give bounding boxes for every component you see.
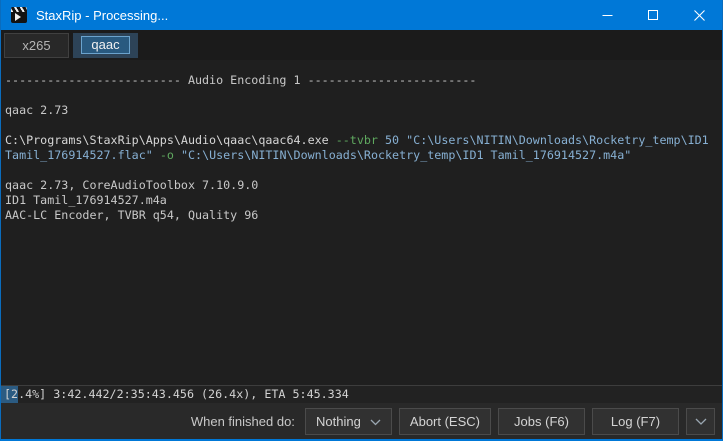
tab-x265[interactable]: x265 — [4, 32, 69, 58]
clapperboard-icon — [11, 7, 27, 23]
abort-button[interactable]: Abort (ESC) — [398, 407, 491, 435]
command-tvbr-value: 50 — [385, 133, 400, 147]
close-button[interactable] — [676, 0, 722, 30]
staxrip-window: StaxRip - Processing... x265 qaac ------… — [0, 0, 723, 441]
window-title: StaxRip - Processing... — [36, 7, 169, 23]
status-text: [2.4%] 3:42.442/2:35:43.456 (26.4x), ETA… — [4, 387, 349, 401]
tab-x265-label: x265 — [22, 37, 51, 53]
console-info-line: ID1 Tamil_176914527.m4a — [5, 193, 167, 207]
console-info-line: qaac 2.73, CoreAudioToolbox 7.10.9.0 — [5, 178, 259, 192]
status-bar: [2.4%] 3:42.442/2:35:43.456 (26.4x), ETA… — [1, 385, 722, 403]
tab-bar: x265 qaac — [1, 30, 722, 60]
log-button[interactable]: Log (F7) — [592, 407, 679, 435]
tab-qaac[interactable]: qaac — [73, 32, 138, 58]
window-controls — [584, 0, 722, 30]
command-tvbr-flag: --tvbr — [335, 133, 378, 147]
command-exe-path: C:\Programs\StaxRip\Apps\Audio\qaac\qaac… — [5, 133, 329, 147]
command-output-flag: -o — [159, 148, 174, 162]
jobs-button[interactable]: Jobs (F6) — [498, 407, 585, 435]
console-info-line: AAC-LC Encoder, TVBR q54, Quality 96 — [5, 208, 259, 222]
when-finished-dropdown-value: Nothing — [316, 413, 361, 429]
minimize-button[interactable] — [584, 0, 630, 30]
tab-qaac-label: qaac — [81, 36, 130, 54]
console-command-line-2: Tamil_176914527.flac" -o "C:\Users\NITIN… — [5, 148, 718, 163]
maximize-icon — [648, 10, 658, 20]
when-finished-label: When finished do: — [190, 413, 295, 429]
chevron-down-icon — [370, 414, 381, 429]
bottom-bar: When finished do: Nothing Abort (ESC) Jo… — [1, 403, 722, 439]
when-finished-dropdown[interactable]: Nothing — [304, 407, 392, 435]
titlebar[interactable]: StaxRip - Processing... — [1, 0, 722, 30]
console-version-line: qaac 2.73 — [5, 103, 69, 117]
more-options-button[interactable] — [686, 407, 715, 435]
chevron-down-icon — [695, 414, 707, 429]
console-header-line: ------------------------- Audio Encoding… — [5, 73, 477, 87]
command-output-path: "C:\Users\NITIN\Downloads\Rocketry_temp\… — [180, 148, 632, 162]
console-command-line-1: C:\Programs\StaxRip\Apps\Audio\qaac\qaac… — [5, 133, 718, 148]
minimize-icon — [602, 10, 613, 21]
console-output: ------------------------- Audio Encoding… — [1, 60, 722, 385]
maximize-button[interactable] — [630, 0, 676, 30]
command-input-path-end: Tamil_176914527.flac" — [5, 148, 153, 162]
command-input-path-start: "C:\Users\NITIN\Downloads\Rocketry_temp\… — [406, 133, 709, 147]
close-icon — [693, 9, 705, 21]
